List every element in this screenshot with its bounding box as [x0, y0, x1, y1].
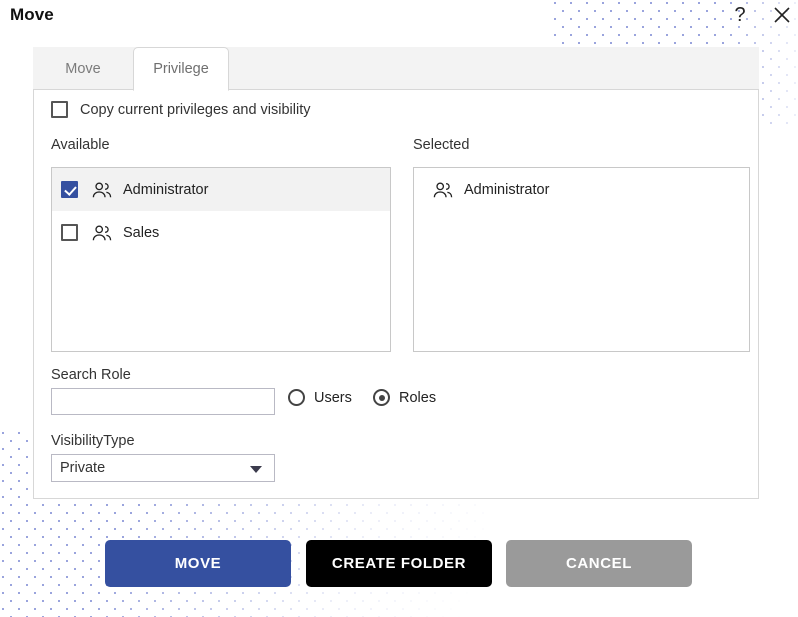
list-item[interactable]: Administrator	[414, 168, 749, 211]
chevron-down-icon	[250, 466, 262, 473]
search-role-input[interactable]	[51, 388, 275, 415]
radio-roles-control[interactable]	[373, 389, 390, 406]
move-button[interactable]: MOVE	[105, 540, 291, 587]
create-folder-button[interactable]: CREATE FOLDER	[306, 540, 492, 587]
tab-privilege-label: Privilege	[153, 61, 209, 77]
close-icon-glyph	[774, 7, 790, 23]
visibility-type-select[interactable]: Private	[51, 454, 275, 482]
group-icon	[92, 225, 112, 240]
list-item[interactable]: Sales	[52, 211, 390, 254]
cancel-button[interactable]: CANCEL	[506, 540, 692, 587]
tab-move-label: Move	[65, 60, 101, 77]
close-icon[interactable]	[770, 3, 794, 27]
dialog-header: Move ?	[0, 0, 798, 34]
group-icon	[92, 182, 112, 197]
copy-privileges-checkbox[interactable]	[51, 101, 68, 118]
list-item-checkbox[interactable]	[61, 224, 78, 241]
tab-move[interactable]: Move	[33, 47, 133, 90]
radio-users-label: Users	[314, 389, 352, 406]
radio-users-control[interactable]	[288, 389, 305, 406]
radio-users[interactable]: Users	[288, 389, 352, 406]
privilege-panel: Copy current privileges and visibility A…	[33, 90, 759, 499]
list-item-checkbox[interactable]	[61, 181, 78, 198]
available-label: Available	[51, 137, 110, 153]
radio-roles[interactable]: Roles	[373, 389, 436, 406]
list-item[interactable]: Administrator	[52, 168, 390, 211]
tab-privilege[interactable]: Privilege	[133, 47, 229, 91]
help-icon[interactable]: ?	[729, 3, 751, 27]
available-list[interactable]: Administrator Sales	[51, 167, 391, 352]
radio-roles-label: Roles	[399, 389, 437, 406]
list-item-label: Administrator	[464, 181, 550, 198]
selected-label: Selected	[413, 137, 470, 153]
list-item-label: Sales	[123, 224, 160, 241]
list-item-label: Administrator	[123, 181, 209, 198]
copy-privileges-label: Copy current privileges and visibility	[80, 101, 311, 118]
page-title: Move	[10, 5, 54, 24]
selected-list[interactable]: Administrator	[413, 167, 750, 352]
search-role-label: Search Role	[51, 367, 131, 383]
copy-privileges-checkbox-row[interactable]: Copy current privileges and visibility	[51, 101, 311, 118]
tab-strip: Move Privilege	[33, 47, 759, 91]
visibility-type-label: VisibilityType	[51, 433, 135, 449]
group-icon	[433, 182, 453, 197]
visibility-type-value: Private	[60, 460, 106, 476]
